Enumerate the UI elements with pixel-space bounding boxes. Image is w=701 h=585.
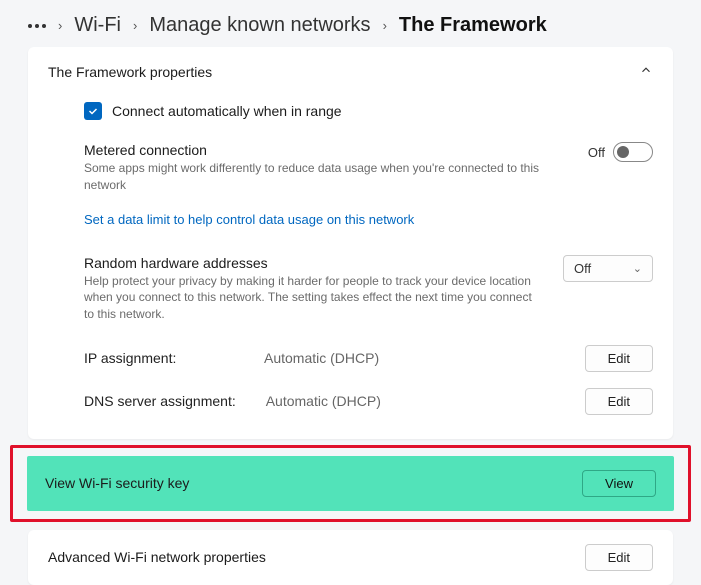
chevron-right-icon: › <box>58 18 62 33</box>
chevron-up-icon <box>639 63 653 80</box>
breadcrumb: › Wi-Fi › Manage known networks › The Fr… <box>0 0 701 47</box>
metered-state-label: Off <box>588 145 605 160</box>
view-security-button[interactable]: View <box>582 470 656 497</box>
advanced-edit-button[interactable]: Edit <box>585 544 653 571</box>
checkbox-checked-icon[interactable] <box>84 102 102 120</box>
properties-card: The Framework properties Connect automat… <box>28 47 673 439</box>
ip-assignment-row: IP assignment: Automatic (DHCP) Edit <box>84 337 653 380</box>
connect-auto-row[interactable]: Connect automatically when in range <box>84 94 653 134</box>
security-key-row[interactable]: View Wi-Fi security key View <box>27 456 674 511</box>
metered-title: Metered connection <box>84 142 572 158</box>
data-limit-link[interactable]: Set a data limit to help control data us… <box>84 212 414 227</box>
dns-assignment-row: DNS server assignment: Automatic (DHCP) … <box>84 380 653 423</box>
dns-value: Automatic (DHCP) <box>266 393 381 409</box>
properties-header[interactable]: The Framework properties <box>28 47 673 94</box>
random-hw-value: Off <box>574 261 591 276</box>
breadcrumb-manage[interactable]: Manage known networks <box>149 14 370 37</box>
ip-value: Automatic (DHCP) <box>264 350 379 366</box>
random-hw-subtitle: Help protect your privacy by making it h… <box>84 273 539 323</box>
dns-key: DNS server assignment: <box>84 393 236 409</box>
random-hw-row: Random hardware addresses Help protect y… <box>84 237 653 337</box>
chevron-right-icon: › <box>133 18 137 33</box>
breadcrumb-current: The Framework <box>399 14 547 37</box>
properties-title: The Framework properties <box>48 64 212 80</box>
advanced-properties-row[interactable]: Advanced Wi-Fi network properties Edit <box>28 530 673 585</box>
highlight-annotation: View Wi-Fi security key View <box>10 445 691 522</box>
more-icon[interactable] <box>28 24 46 28</box>
connect-auto-label: Connect automatically when in range <box>112 103 342 119</box>
ip-edit-button[interactable]: Edit <box>585 345 653 372</box>
random-hw-select[interactable]: Off ⌄ <box>563 255 653 282</box>
security-key-label: View Wi-Fi security key <box>45 475 189 491</box>
breadcrumb-wifi[interactable]: Wi-Fi <box>74 14 121 37</box>
metered-row: Metered connection Some apps might work … <box>84 134 653 208</box>
metered-subtitle: Some apps might work differently to redu… <box>84 160 572 194</box>
advanced-label: Advanced Wi-Fi network properties <box>48 549 266 565</box>
random-hw-title: Random hardware addresses <box>84 255 539 271</box>
chevron-down-icon: ⌄ <box>633 262 642 275</box>
ip-key: IP assignment: <box>84 350 234 366</box>
dns-edit-button[interactable]: Edit <box>585 388 653 415</box>
chevron-right-icon: › <box>383 18 387 33</box>
metered-toggle[interactable] <box>613 142 653 162</box>
